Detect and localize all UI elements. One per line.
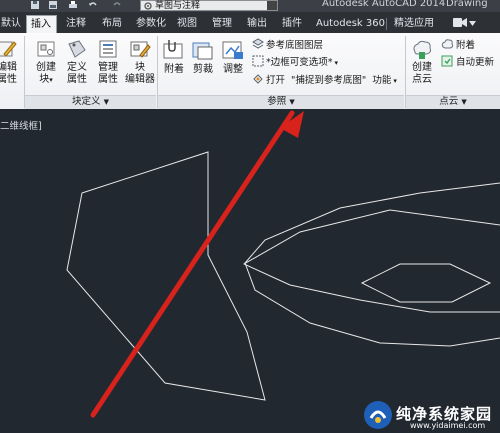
polygon-outline [66,151,266,401]
annotation-arrow [90,110,304,418]
watermark-url: www.yidaimei.com [410,421,486,430]
drawing-linework [66,110,500,418]
hexagon-shape [360,263,492,303]
watermark-logo-icon [364,401,392,429]
outer-boundary-shape [244,182,500,347]
